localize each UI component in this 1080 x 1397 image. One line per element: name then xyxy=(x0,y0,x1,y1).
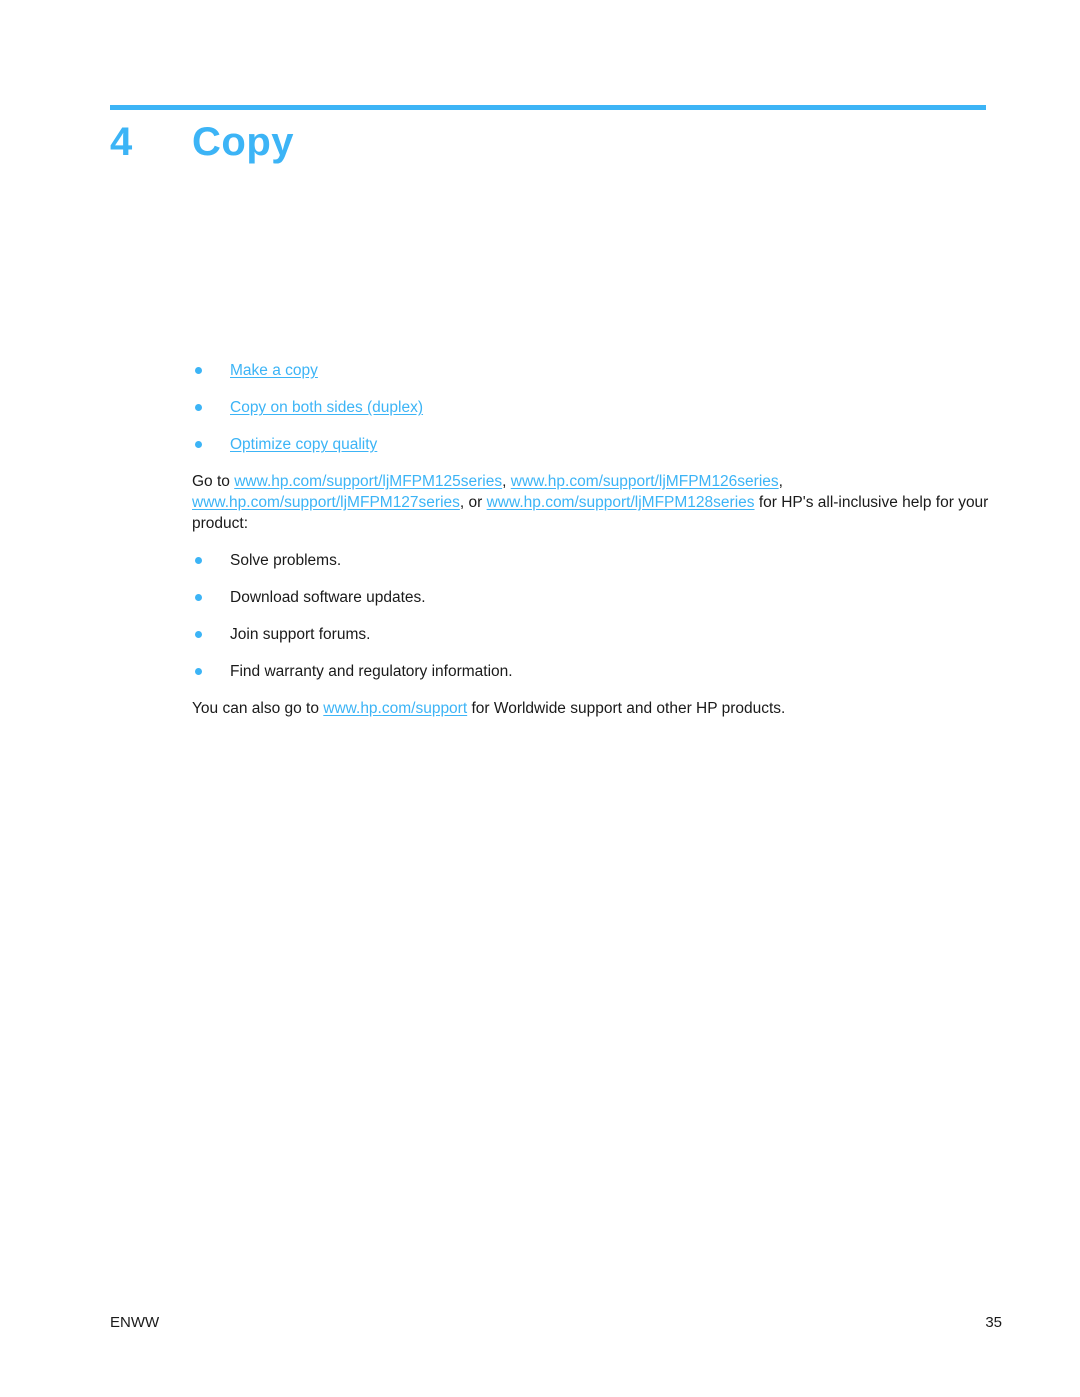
intro-prefix: Go to xyxy=(192,473,235,490)
closing-paragraph: You can also go to www.hp.com/support fo… xyxy=(192,698,992,719)
help-item-label: Solve problems. xyxy=(230,552,342,569)
help-item: Find warranty and regulatory information… xyxy=(192,661,992,698)
help-item: Solve problems. xyxy=(192,550,992,587)
toc-item: Optimize copy quality xyxy=(192,434,992,471)
intro-separator: , xyxy=(778,473,783,490)
intro-separator: , xyxy=(502,473,511,490)
bullet-icon xyxy=(195,441,202,448)
toc-item: Copy on both sides (duplex) xyxy=(192,397,992,434)
support-link-m127[interactable]: www.hp.com/support/ljMFPM127series xyxy=(192,494,460,511)
support-link-m125[interactable]: www.hp.com/support/ljMFPM125series xyxy=(234,473,502,490)
bullet-icon xyxy=(195,367,202,374)
toc-link-make-a-copy[interactable]: Make a copy xyxy=(230,360,318,381)
chapter-content: Make a copy Copy on both sides (duplex) … xyxy=(192,360,992,735)
closing-suffix: for Worldwide support and other HP produ… xyxy=(467,700,786,717)
bullet-icon xyxy=(195,631,202,638)
worldwide-support-link[interactable]: www.hp.com/support xyxy=(323,700,467,717)
support-link-m128[interactable]: www.hp.com/support/ljMFPM128series xyxy=(487,494,755,511)
intro-separator: , or xyxy=(459,494,487,511)
page-number: 35 xyxy=(985,1314,1002,1331)
chapter-number: 4 xyxy=(110,120,133,164)
support-link-m126[interactable]: www.hp.com/support/ljMFPM126series xyxy=(511,473,779,490)
bullet-icon xyxy=(195,594,202,601)
bullet-icon xyxy=(195,557,202,564)
help-item: Join support forums. xyxy=(192,624,992,661)
help-list: Solve problems. Download software update… xyxy=(192,550,992,698)
bullet-icon xyxy=(195,404,202,411)
chapter-title: Copy xyxy=(192,120,294,164)
support-intro-paragraph: Go to www.hp.com/support/ljMFPM125series… xyxy=(192,471,992,534)
toc-link-copy-duplex[interactable]: Copy on both sides (duplex) xyxy=(230,397,423,418)
help-item-label: Join support forums. xyxy=(230,626,371,643)
chapter-heading: 4 Copy xyxy=(110,120,294,172)
toc-item: Make a copy xyxy=(192,360,992,397)
help-item: Download software updates. xyxy=(192,587,992,624)
closing-prefix: You can also go to xyxy=(192,700,324,717)
toc-link-optimize-copy-quality[interactable]: Optimize copy quality xyxy=(230,434,377,455)
help-item-label: Find warranty and regulatory information… xyxy=(230,663,513,680)
bullet-icon xyxy=(195,668,202,675)
chapter-toc-list: Make a copy Copy on both sides (duplex) … xyxy=(192,360,992,471)
help-item-label: Download software updates. xyxy=(230,589,426,606)
footer-locale: ENWW xyxy=(110,1314,160,1331)
chapter-rule xyxy=(110,105,986,110)
